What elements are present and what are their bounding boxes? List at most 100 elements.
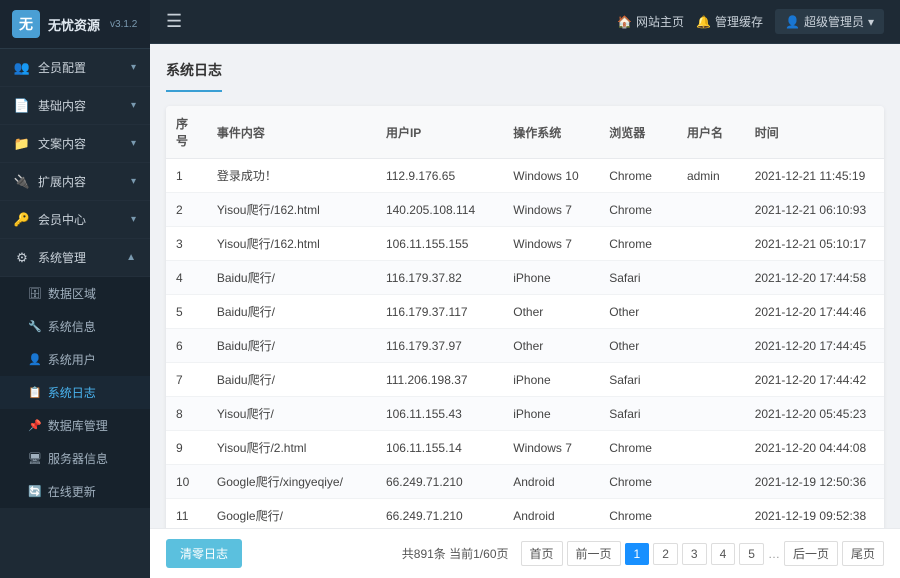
topbar: ☰ 🏠 网站主页 🔔 管理缓存 👤 超级管理员 ▾ — [150, 0, 900, 44]
submenu-label-data-area: 数据区域 — [48, 285, 96, 302]
row-time: 2021-12-21 05:10:17 — [745, 227, 884, 261]
submenu-item-sys-logs[interactable]: 📋 系统日志 — [0, 376, 150, 409]
row-ip: 112.9.176.65 — [376, 159, 503, 193]
sidebar-item-basic-content[interactable]: 📄 基础内容 ▾ — [0, 87, 150, 125]
first-page-button[interactable]: 首页 — [521, 541, 563, 566]
submenu-item-sys-users[interactable]: 👤 系统用户 — [0, 343, 150, 376]
page-3-button[interactable]: 3 — [682, 543, 707, 565]
row-num: 6 — [166, 329, 207, 363]
page-1-button[interactable]: 1 — [625, 543, 650, 565]
sidebar-label-ext-content: 扩展内容 — [38, 173, 131, 190]
row-os: Android — [503, 499, 599, 529]
page-4-button[interactable]: 4 — [711, 543, 736, 565]
row-event: Baidu爬行/ — [207, 261, 376, 295]
file-content-icon: 📁 — [14, 136, 30, 152]
server-info-icon: 🖥 — [28, 452, 42, 465]
row-user — [677, 329, 745, 363]
row-user — [677, 295, 745, 329]
clear-logs-button[interactable]: 清零日志 — [166, 539, 242, 568]
row-user — [677, 193, 745, 227]
table-row: 9Yisou爬行/2.html106.11.155.14Windows 7Chr… — [166, 431, 884, 465]
row-ip: 116.179.37.117 — [376, 295, 503, 329]
row-time: 2021-12-20 17:44:58 — [745, 261, 884, 295]
user-arrow-icon: ▾ — [868, 15, 874, 29]
table-row: 5Baidu爬行/116.179.37.117OtherOther2021-12… — [166, 295, 884, 329]
row-num: 9 — [166, 431, 207, 465]
log-table-wrap: 序号 事件内容 用户IP 操作系统 浏览器 用户名 时间 1登录成功！112.9… — [166, 106, 884, 528]
app-logo: 无 无忧资源 v3.1.2 — [0, 0, 150, 49]
col-header-ip: 用户IP — [376, 106, 503, 159]
row-event: 登录成功！ — [207, 159, 376, 193]
manage-cache-link[interactable]: 🔔 管理缓存 — [696, 13, 763, 30]
page-2-button[interactable]: 2 — [653, 543, 678, 565]
row-time: 2021-12-19 09:52:38 — [745, 499, 884, 529]
table-row: 4Baidu爬行/116.179.37.82iPhoneSafari2021-1… — [166, 261, 884, 295]
sidebar-nav: 👥 全员配置 ▾ 📄 基础内容 ▾ 📁 文案内容 ▾ 🔌 扩展内容 ▾ 🔑 会员… — [0, 49, 150, 578]
sidebar-item-sys-manage[interactable]: ⚙ 系统管理 ▲ — [0, 239, 150, 277]
sidebar-item-all-members[interactable]: 👥 全员配置 ▾ — [0, 49, 150, 87]
last-page-button[interactable]: 尾页 — [842, 541, 884, 566]
row-ip: 66.249.71.210 — [376, 465, 503, 499]
col-header-event: 事件内容 — [207, 106, 376, 159]
sidebar-label-sys-manage: 系统管理 — [38, 249, 126, 266]
main-area: ☰ 🏠 网站主页 🔔 管理缓存 👤 超级管理员 ▾ 系统日志 — [150, 0, 900, 578]
row-time: 2021-12-19 12:50:36 — [745, 465, 884, 499]
col-header-time: 时间 — [745, 106, 884, 159]
prev-page-button[interactable]: 前一页 — [567, 541, 621, 566]
row-event: Baidu爬行/ — [207, 329, 376, 363]
row-event: Yisou爬行/2.html — [207, 431, 376, 465]
app-name: 无忧资源 — [48, 15, 100, 34]
sidebar: 无 无忧资源 v3.1.2 👥 全员配置 ▾ 📄 基础内容 ▾ 📁 文案内容 ▾… — [0, 0, 150, 578]
sidebar-item-member-center[interactable]: 🔑 会员中心 ▾ — [0, 201, 150, 239]
col-header-num: 序号 — [166, 106, 207, 159]
row-os: Windows 10 — [503, 159, 599, 193]
next-page-button[interactable]: 后一页 — [784, 541, 838, 566]
row-browser: Chrome — [599, 431, 677, 465]
row-browser: Chrome — [599, 227, 677, 261]
row-time: 2021-12-21 06:10:93 — [745, 193, 884, 227]
submenu-item-server-info[interactable]: 🖥 服务器信息 — [0, 442, 150, 475]
content-area: 系统日志 序号 事件内容 用户IP 操作系统 浏览器 用户名 时间 1登录成功！… — [150, 44, 900, 528]
manage-icon: 🔔 — [696, 15, 711, 29]
task-manage-icon: 📌 — [28, 419, 42, 432]
submenu-item-task-manage[interactable]: 📌 数据库管理 — [0, 409, 150, 442]
row-ip: 140.205.108.114 — [376, 193, 503, 227]
row-os: iPhone — [503, 261, 599, 295]
sys-manage-icon: ⚙ — [14, 250, 30, 266]
row-browser: Chrome — [599, 159, 677, 193]
submenu-item-online-update[interactable]: 🔄 在线更新 — [0, 475, 150, 508]
row-browser: Safari — [599, 261, 677, 295]
sidebar-item-file-content[interactable]: 📁 文案内容 ▾ — [0, 125, 150, 163]
user-menu[interactable]: 👤 超级管理员 ▾ — [775, 9, 884, 34]
row-event: Google爬行/xingyeqiye/ — [207, 465, 376, 499]
col-header-browser: 浏览器 — [599, 106, 677, 159]
sidebar-item-ext-content[interactable]: 🔌 扩展内容 ▾ — [0, 163, 150, 201]
row-browser: Other — [599, 295, 677, 329]
row-os: Windows 7 — [503, 193, 599, 227]
submenu-item-sys-config[interactable]: 🔧 系统信息 — [0, 310, 150, 343]
home-icon: 🏠 — [617, 15, 632, 29]
table-row: 10Google爬行/xingyeqiye/66.249.71.210Andro… — [166, 465, 884, 499]
row-browser: Chrome — [599, 465, 677, 499]
row-os: iPhone — [503, 397, 599, 431]
row-event: Yisou爬行/162.html — [207, 193, 376, 227]
row-user — [677, 397, 745, 431]
row-os: Android — [503, 465, 599, 499]
row-time: 2021-12-20 04:44:08 — [745, 431, 884, 465]
page-5-button[interactable]: 5 — [739, 543, 764, 565]
row-ip: 106.11.155.14 — [376, 431, 503, 465]
hamburger-icon[interactable]: ☰ — [166, 11, 182, 32]
row-num: 4 — [166, 261, 207, 295]
table-row: 1登录成功！112.9.176.65Windows 10Chromeadmin2… — [166, 159, 884, 193]
row-event: Baidu爬行/ — [207, 295, 376, 329]
row-time: 2021-12-20 05:45:23 — [745, 397, 884, 431]
manage-label: 管理缓存 — [715, 13, 763, 30]
sidebar-label-basic-content: 基础内容 — [38, 97, 131, 114]
sidebar-label-all-members: 全员配置 — [38, 59, 131, 76]
submenu-label-server-info: 服务器信息 — [48, 450, 108, 467]
data-area-icon: 🗄 — [28, 287, 42, 300]
submenu-item-data-area[interactable]: 🗄 数据区域 — [0, 277, 150, 310]
home-link[interactable]: 🏠 网站主页 — [617, 13, 684, 30]
pagination: 共891条 当前1/60页 首页 前一页 1 2 3 4 5 … 后一页 尾页 — [402, 541, 884, 566]
row-os: Windows 7 — [503, 431, 599, 465]
